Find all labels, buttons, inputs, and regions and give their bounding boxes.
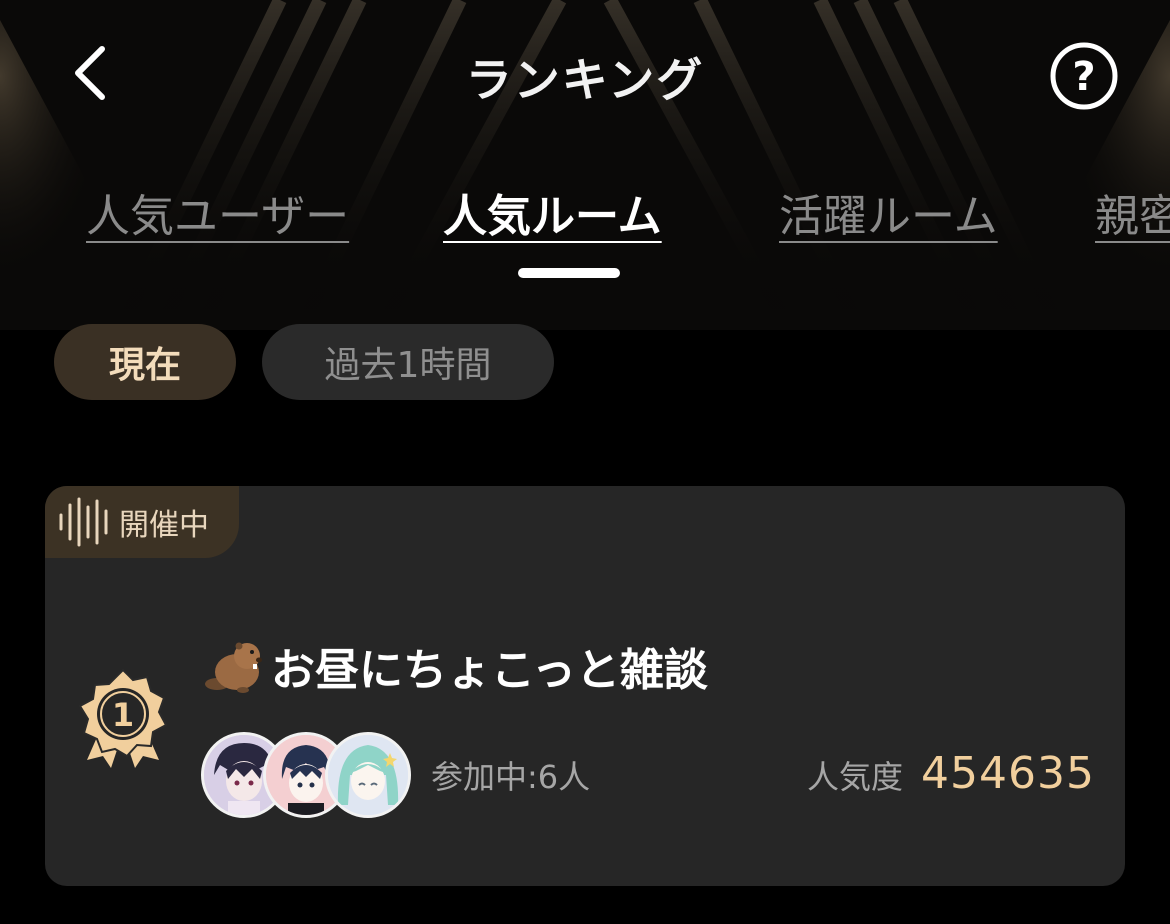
room-card[interactable]: 開催中 1 お昼にちょこっと雑談 参加中:6人 人気度 454635 (45, 486, 1125, 886)
question-circle-icon: ? (1050, 42, 1118, 110)
avatar (325, 732, 411, 818)
page-title: ランキング (465, 53, 705, 107)
app-header: ランキング ? (0, 0, 1170, 150)
sound-wave-icon (59, 497, 108, 547)
participant-count: 参加中:6人 (431, 758, 591, 796)
tab-popular-users[interactable]: 人気ユーザー (86, 180, 349, 244)
active-tab-indicator (518, 268, 620, 278)
tab-popular-rooms[interactable]: 人気ルーム (443, 180, 662, 244)
tab-active-rooms[interactable]: 活躍ルーム (779, 180, 998, 244)
filter-current[interactable]: 現在 (54, 324, 236, 400)
rank-medal-icon: 1 (78, 668, 168, 768)
popularity-label: 人気度 (807, 758, 904, 796)
beaver-icon (205, 642, 262, 693)
ranking-tabs: 人気ユーザー 人気ルーム 活躍ルーム 親密 (0, 180, 1170, 250)
room-title-text: お昼にちょこっと雑談 (271, 645, 708, 696)
participant-avatars (201, 732, 421, 818)
tab-intimacy[interactable]: 親密 (1095, 180, 1170, 244)
help-button[interactable]: ? (1048, 40, 1120, 112)
room-title: お昼にちょこっと雑談 (203, 634, 708, 698)
live-status-badge: 開催中 (45, 486, 239, 558)
filter-past-hour[interactable]: 過去1時間 (262, 324, 554, 400)
rank-number: 1 (112, 696, 134, 734)
live-status-label: 開催中 (119, 508, 209, 543)
svg-text:?: ? (1072, 54, 1095, 100)
popularity-value: 454635 (921, 748, 1095, 799)
